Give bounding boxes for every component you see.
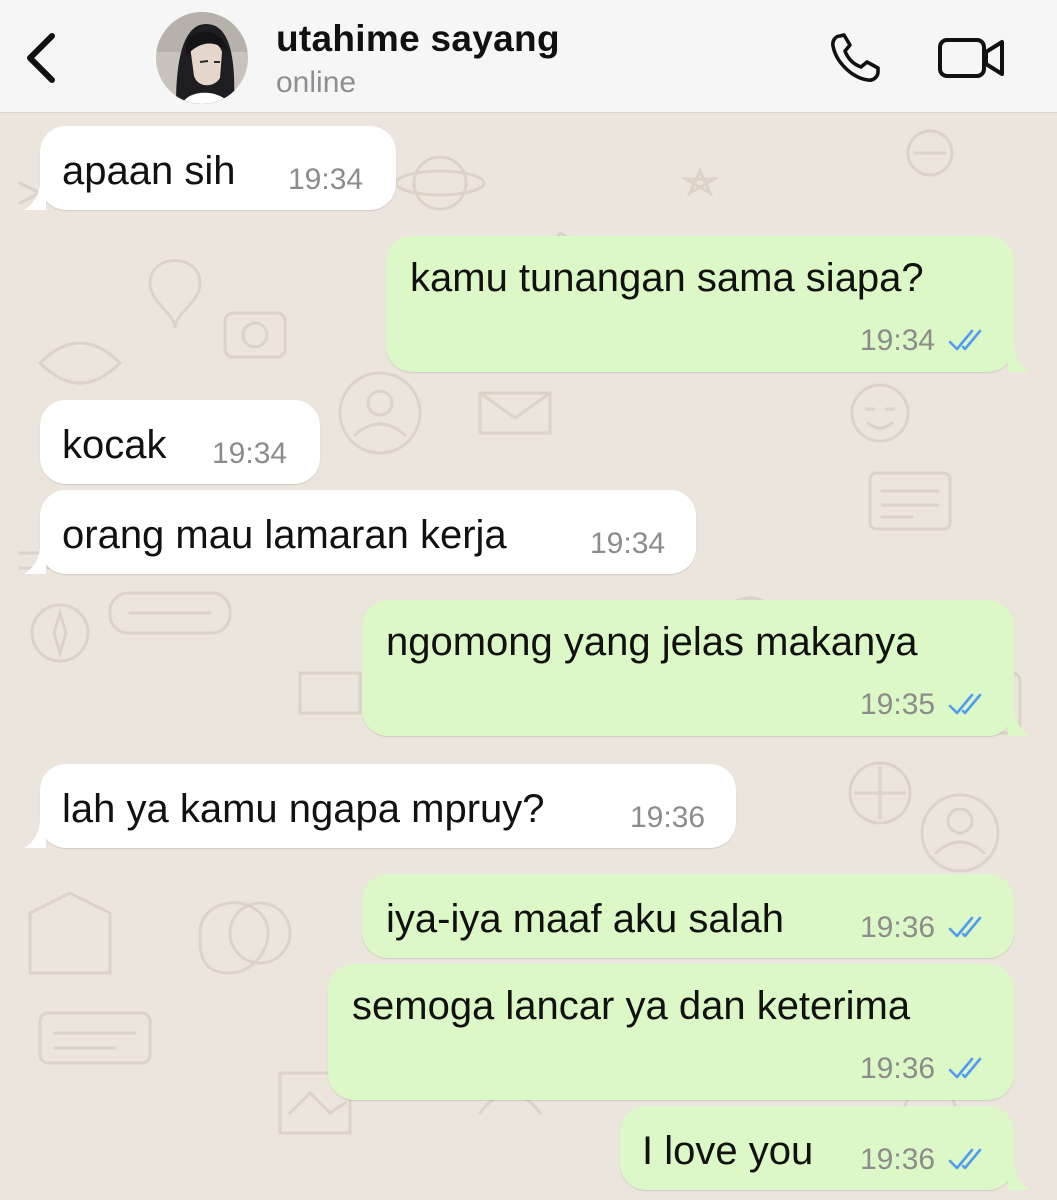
message-time: 19:35 <box>860 688 936 721</box>
message-time: 19:34 <box>288 163 364 196</box>
incoming-message[interactable]: lah ya kamu ngapa mpruy? 19:36 <box>24 764 736 848</box>
message-text: orang mau lamaran kerja <box>62 513 507 557</box>
message-time: 19:36 <box>860 1052 936 1085</box>
read-receipt-icon <box>948 693 982 715</box>
chat-header: utahime sayang online <box>0 0 1057 113</box>
read-receipt-icon <box>948 1148 982 1170</box>
outgoing-message[interactable]: kamu tunangan sama siapa? 19:34 <box>386 236 1030 372</box>
bubble-tail <box>24 548 46 574</box>
message-time: 19:34 <box>860 324 936 357</box>
back-button[interactable] <box>18 28 68 88</box>
back-chevron-icon <box>27 33 55 83</box>
message-time: 19:36 <box>860 911 936 944</box>
message-text: apaan sih <box>62 149 236 193</box>
bubble-tail <box>24 822 46 848</box>
message-text: I love you <box>642 1129 814 1173</box>
read-receipt-icon <box>948 1057 982 1079</box>
message-time: 19:34 <box>212 437 288 470</box>
message-text: iya-iya maaf aku salah <box>386 897 784 941</box>
outgoing-message[interactable]: iya-iya maaf aku salah 19:36 <box>362 874 1014 958</box>
video-call-button[interactable] <box>936 34 1008 82</box>
video-camera-icon <box>938 38 1004 78</box>
bubble-tail <box>1008 1164 1030 1190</box>
message-text: kocak <box>62 423 167 467</box>
avatar[interactable] <box>156 12 248 104</box>
bubble-tail <box>1008 710 1030 736</box>
message-time: 19:34 <box>590 527 666 560</box>
contact-name[interactable]: utahime sayang <box>276 18 560 60</box>
message-text: kamu tunangan sama siapa? <box>410 256 924 300</box>
incoming-message[interactable]: kocak 19:34 <box>40 400 320 484</box>
bubble-tail <box>24 184 46 210</box>
read-receipt-icon <box>948 916 982 938</box>
contact-status: online <box>276 66 357 99</box>
message-time: 19:36 <box>630 801 706 834</box>
message-text: semoga lancar ya dan keterima <box>352 984 911 1028</box>
outgoing-message[interactable]: semoga lancar ya dan keterima 19:36 <box>328 964 1014 1100</box>
message-text: lah ya kamu ngapa mpruy? <box>62 787 545 831</box>
read-receipt-icon <box>948 329 982 351</box>
bubble-tail <box>1008 346 1030 372</box>
voice-call-button[interactable] <box>826 30 886 86</box>
outgoing-message[interactable]: ngomong yang jelas makanya 19:35 <box>362 600 1030 736</box>
message-time: 19:36 <box>860 1143 936 1176</box>
phone-icon <box>831 33 880 82</box>
incoming-message[interactable]: apaan sih 19:34 <box>24 126 396 210</box>
outgoing-message[interactable]: I love you 19:36 <box>620 1106 1030 1190</box>
message-text: ngomong yang jelas makanya <box>386 620 918 664</box>
incoming-message[interactable]: orang mau lamaran kerja 19:34 <box>24 490 696 574</box>
